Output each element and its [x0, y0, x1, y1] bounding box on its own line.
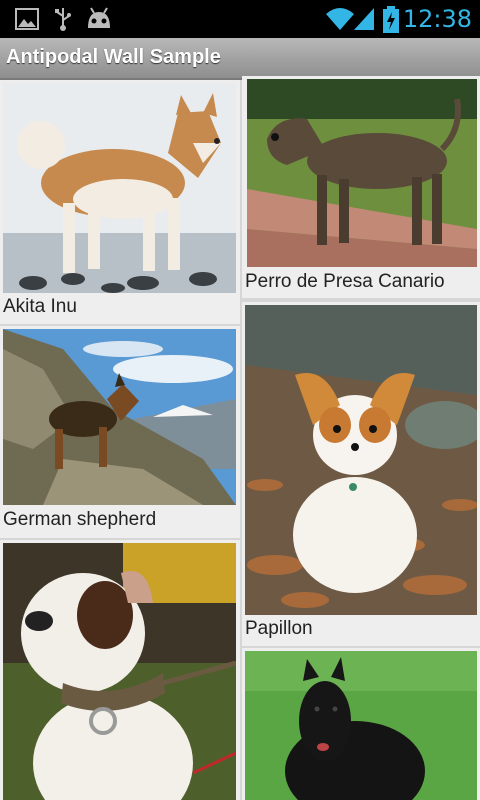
dog-card-bulldog[interactable]: [0, 540, 240, 800]
dog-caption: German shepherd: [3, 509, 157, 530]
signal-icon: [354, 8, 374, 30]
dog-caption: Akita Inu: [3, 296, 77, 317]
akita-inu-photo: [3, 83, 236, 293]
belgian-shepherd-photo: [245, 651, 477, 800]
dog-caption: Perro de Presa Canario: [245, 271, 445, 292]
dog-card-belgian-shepherd[interactable]: [242, 648, 480, 800]
battery-charging-icon: [383, 6, 399, 33]
german-shepherd-photo: [3, 329, 236, 505]
app-title: Antipodal Wall Sample: [6, 46, 221, 68]
dog-card-german-shepherd[interactable]: German shepherd: [0, 326, 240, 538]
status-bar: 12:38: [0, 0, 480, 38]
dog-caption: Papillon: [245, 618, 313, 639]
clock: 12:38: [402, 5, 472, 33]
dog-card-akita[interactable]: Akita Inu: [0, 80, 240, 324]
dog-card-papillon[interactable]: Papillon: [242, 302, 480, 646]
image-icon: [15, 8, 39, 30]
usb-icon: [55, 8, 71, 31]
bulldog-photo: [3, 543, 236, 800]
papillon-photo: [245, 305, 477, 615]
dog-card-presa-canario[interactable]: Perro de Presa Canario: [242, 76, 480, 298]
android-icon: [88, 7, 110, 28]
action-bar: Antipodal Wall Sample: [0, 38, 480, 80]
perro-de-presa-canario-photo: [247, 79, 477, 267]
